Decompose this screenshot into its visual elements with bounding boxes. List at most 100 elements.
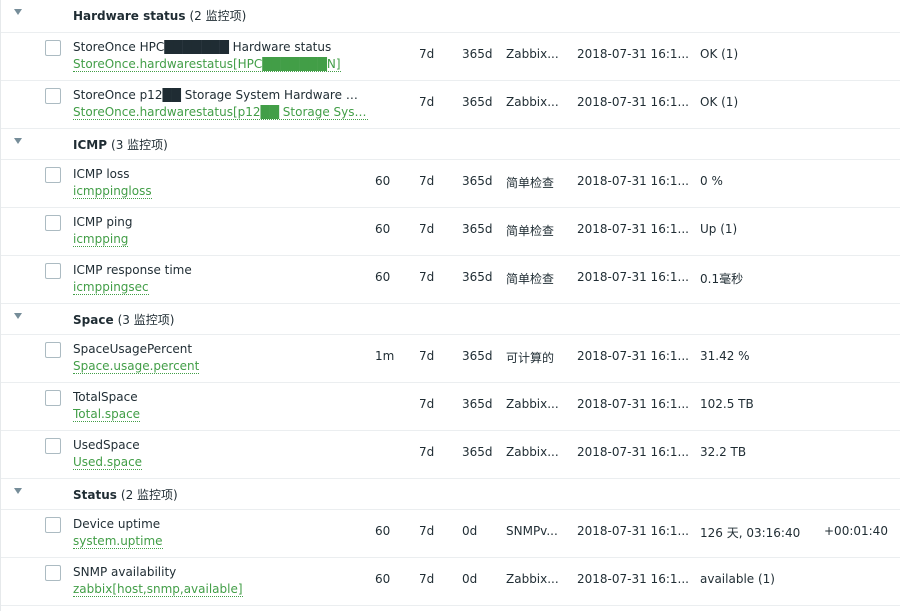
item-history: 7d — [419, 572, 435, 586]
item-trends: 0d — [462, 572, 478, 586]
item-name: SNMP availability — [73, 565, 177, 579]
item-type: Zabbix... — [506, 47, 559, 61]
item-checkbox[interactable] — [45, 438, 61, 454]
item-last-check: 2018-07-31 16:1... — [577, 397, 689, 411]
item-last-check: 2018-07-31 16:1... — [577, 349, 689, 363]
item-history: 7d — [419, 445, 435, 459]
item-last-check: 2018-07-31 16:1... — [577, 445, 689, 459]
item-row: SNMP availability zabbix[host,snmp,avail… — [1, 558, 900, 606]
item-last-value: 126 天, 03:16:40 — [700, 526, 801, 540]
item-last-check: 2018-07-31 16:1... — [577, 95, 689, 109]
item-key-link[interactable]: zabbix[host,snmp,available] — [73, 582, 243, 597]
item-type: SNMPv... — [506, 524, 558, 538]
item-row: Device uptime system.uptime 60 7d 0d SNM… — [1, 510, 900, 558]
item-row: UsedSpace Used.space 7d 365d Zabbix... 2… — [1, 431, 900, 479]
group-row-space: Space (3 监控项) — [1, 304, 900, 335]
item-trends: 365d — [462, 270, 493, 284]
item-history: 7d — [419, 270, 435, 284]
item-type: 简单检查 — [506, 224, 555, 238]
item-interval: 60 — [375, 572, 391, 586]
item-row: StoreOnce HPC███████ Hardware status Sto… — [1, 33, 900, 81]
item-key-link[interactable]: icmppingsec — [73, 280, 149, 295]
item-key-link[interactable]: icmppingloss — [73, 184, 152, 199]
item-checkbox[interactable] — [45, 263, 61, 279]
item-key-link[interactable]: StoreOnce.hardwarestatus[HPC███████N] — [73, 57, 341, 72]
item-trends: 365d — [462, 95, 493, 109]
item-last-check: 2018-07-31 16:1... — [577, 572, 689, 586]
item-history: 7d — [419, 222, 435, 236]
item-row: SpaceUsagePercent Space.usage.percent 1m… — [1, 335, 900, 383]
item-name: TotalSpace — [73, 390, 138, 404]
collapse-toggle-icon[interactable] — [14, 488, 22, 494]
item-last-value: Up (1) — [700, 222, 738, 236]
item-type: Zabbix... — [506, 95, 559, 109]
item-last-value: 0 % — [700, 174, 723, 188]
item-key-link[interactable]: Total.space — [73, 407, 141, 422]
item-trends: 365d — [462, 445, 493, 459]
item-checkbox[interactable] — [45, 342, 61, 358]
item-type: 可计算的 — [506, 351, 555, 365]
item-checkbox[interactable] — [45, 390, 61, 406]
item-name: SpaceUsagePercent — [73, 342, 193, 356]
item-last-check: 2018-07-31 16:1... — [577, 270, 689, 284]
item-last-value: 31.42 % — [700, 349, 750, 363]
item-checkbox[interactable] — [45, 167, 61, 183]
item-key-link[interactable]: Space.usage.percent — [73, 359, 200, 374]
item-last-value: 32.2 TB — [700, 445, 747, 459]
group-count: (3 监控项) — [117, 313, 175, 327]
group-name: Hardware status — [73, 9, 186, 23]
collapse-toggle-icon[interactable] — [14, 9, 22, 15]
item-trends: 365d — [462, 397, 493, 411]
item-last-value: 0.1毫秒 — [700, 272, 744, 286]
item-change: +00:01:40 — [824, 524, 888, 538]
item-key-link[interactable]: system.uptime — [73, 534, 163, 549]
item-checkbox[interactable] — [45, 215, 61, 231]
item-trends: 365d — [462, 174, 493, 188]
item-name: UsedSpace — [73, 438, 140, 452]
item-name: StoreOnce p12██ Storage System Hardware … — [73, 88, 363, 102]
group-row-icmp: ICMP (3 监控项) — [1, 129, 900, 160]
item-interval: 60 — [375, 222, 391, 236]
item-last-check: 2018-07-31 16:1... — [577, 47, 689, 61]
item-last-value: available (1) — [700, 572, 775, 586]
item-trends: 365d — [462, 349, 493, 363]
item-row: ICMP ping icmpping 60 7d 365d 简单检查 2018-… — [1, 208, 900, 256]
item-row: ICMP response time icmppingsec 60 7d 365… — [1, 256, 900, 304]
item-history: 7d — [419, 95, 435, 109]
item-interval: 1m — [375, 349, 395, 363]
collapse-toggle-icon[interactable] — [14, 138, 22, 144]
item-last-value: OK (1) — [700, 95, 739, 109]
group-row-status: Status (2 监控项) — [1, 479, 900, 510]
item-checkbox[interactable] — [45, 88, 61, 104]
item-name: ICMP ping — [73, 215, 133, 229]
item-last-check: 2018-07-31 16:1... — [577, 222, 689, 236]
group-count: (2 监控项) — [120, 488, 178, 502]
item-type: Zabbix... — [506, 445, 559, 459]
item-history: 7d — [419, 174, 435, 188]
item-name: StoreOnce HPC███████ Hardware status — [73, 40, 332, 54]
item-key-link[interactable]: Used.space — [73, 455, 143, 470]
item-checkbox[interactable] — [45, 517, 61, 533]
item-type: Zabbix... — [506, 397, 559, 411]
collapse-toggle-icon[interactable] — [14, 313, 22, 319]
latest-data-table: Hardware status (2 监控项) StoreOnce HPC████… — [0, 0, 900, 611]
group-name: Status — [73, 488, 117, 502]
item-checkbox[interactable] — [45, 40, 61, 56]
item-type: Zabbix... — [506, 572, 559, 586]
item-key-link[interactable]: icmpping — [73, 232, 129, 247]
item-trends: 365d — [462, 222, 493, 236]
item-history: 7d — [419, 47, 435, 61]
item-last-check: 2018-07-31 16:1... — [577, 524, 689, 538]
item-type: 简单检查 — [506, 272, 555, 286]
item-key-link[interactable]: StoreOnce.hardwarestatus[p12██ Storage S… — [73, 105, 368, 120]
item-interval: 60 — [375, 174, 391, 188]
item-history: 7d — [419, 397, 435, 411]
group-count: (3 监控项) — [111, 138, 168, 152]
item-checkbox[interactable] — [45, 565, 61, 581]
group-row-hardware-status: Hardware status (2 监控项) — [1, 0, 900, 33]
group-name: Space — [73, 313, 114, 327]
item-name: ICMP response time — [73, 263, 192, 277]
item-history: 7d — [419, 349, 435, 363]
item-interval: 60 — [375, 270, 391, 284]
item-history: 7d — [419, 524, 435, 538]
